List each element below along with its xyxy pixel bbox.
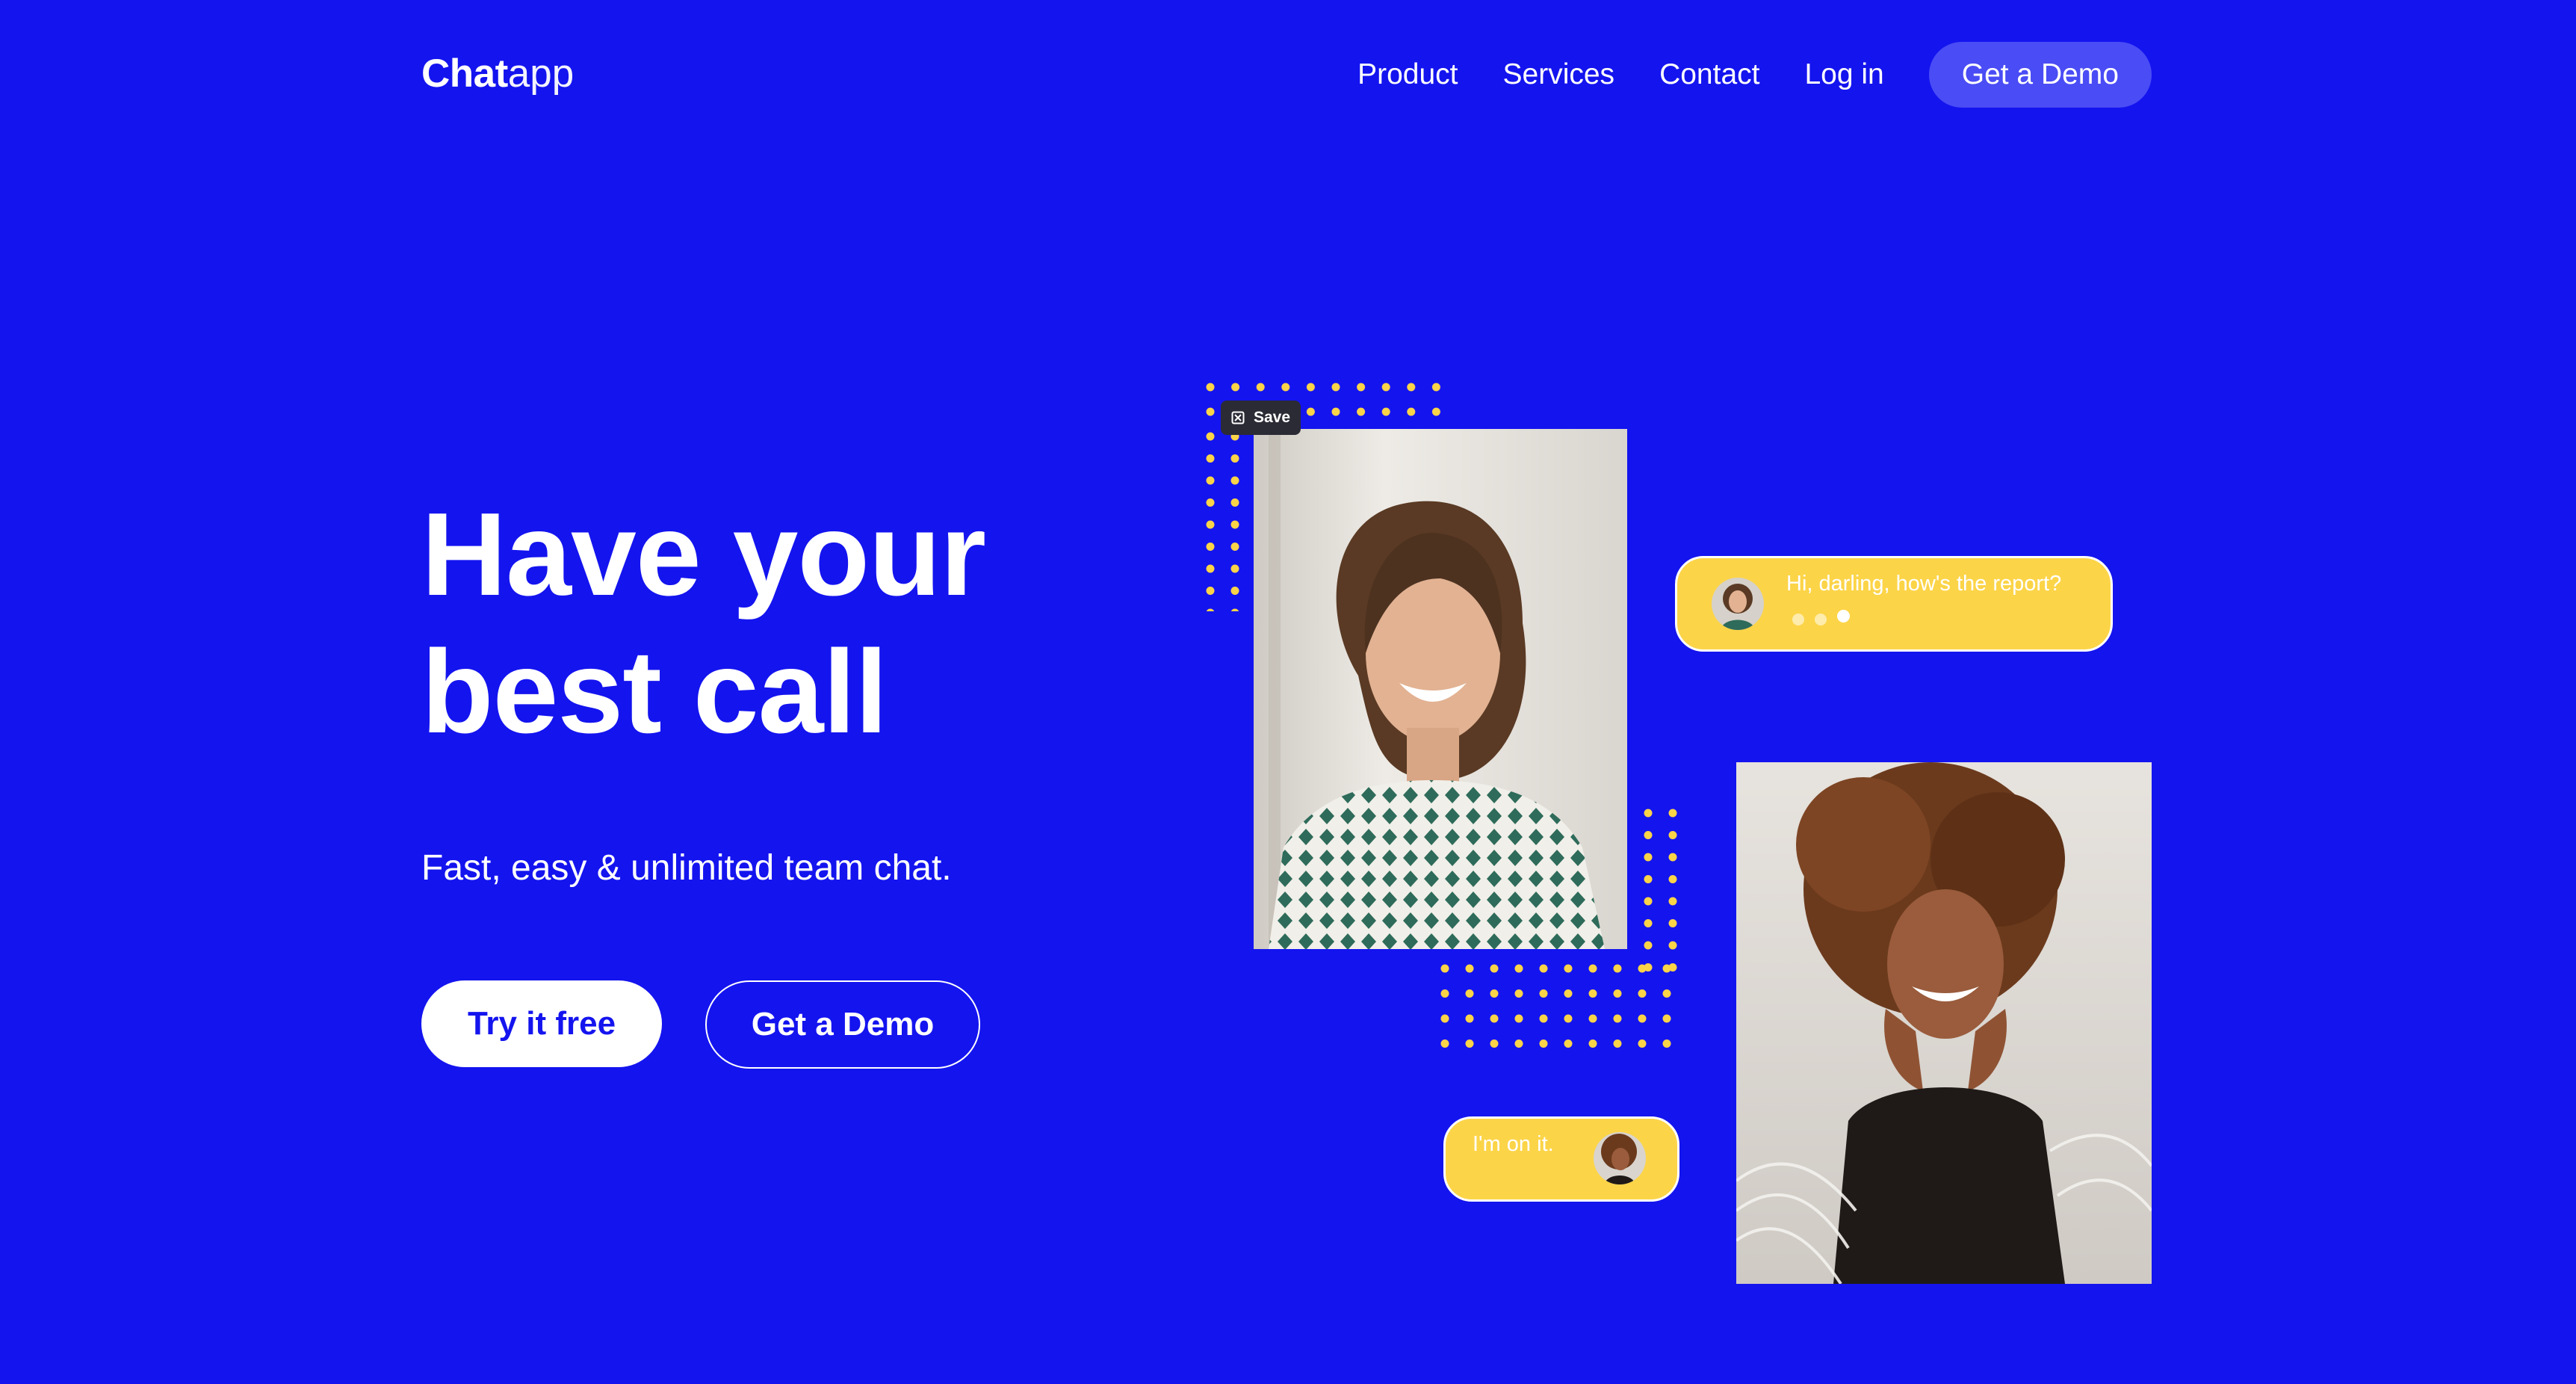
chat-bubble-outgoing: I'm on it. <box>1443 1116 1679 1202</box>
dot-pattern-bottom-vertical <box>1644 809 1681 973</box>
nav-link-services[interactable]: Services <box>1503 58 1615 91</box>
save-badge[interactable]: Save <box>1221 401 1301 435</box>
top-nav: Product Services Contact Log in Get a De… <box>1313 42 2152 108</box>
nav-link-login[interactable]: Log in <box>1804 58 1883 91</box>
save-label: Save <box>1254 409 1291 426</box>
avatar <box>1712 578 1764 630</box>
nav-get-demo-button[interactable]: Get a Demo <box>1928 42 2152 108</box>
chat-bubble-incoming: Hi, darling, how's the report? <box>1675 556 2113 652</box>
try-it-free-button[interactable]: Try it free <box>421 980 662 1067</box>
get-demo-button[interactable]: Get a Demo <box>705 980 980 1069</box>
dot-pattern-bottom-horizontal <box>1440 964 1687 1054</box>
nav-link-product[interactable]: Product <box>1357 58 1458 91</box>
hero-headline: Have your best call <box>421 486 1094 761</box>
dot-pattern-top-vertical <box>1206 432 1243 611</box>
avatar <box>1594 1132 1646 1184</box>
photo-smiling-woman-patterned-shirt <box>1254 429 1627 949</box>
headline-line-2: best call <box>421 626 888 758</box>
headline-line-1: Have your <box>421 489 986 620</box>
logo[interactable]: Chatapp <box>421 49 574 99</box>
nav-link-contact[interactable]: Contact <box>1659 58 1759 91</box>
logo-bold: Chat <box>421 52 508 96</box>
bubble-2-text: I'm on it. <box>1473 1132 1554 1156</box>
pin-icon <box>1231 411 1245 424</box>
landing-page: Chatapp Product Services Contact Log in … <box>0 0 2576 1384</box>
typing-indicator <box>1792 609 1860 625</box>
bubble-1-text: Hi, darling, how's the report? <box>1786 572 2062 596</box>
photo-laughing-woman-curly-hair <box>1736 762 2152 1284</box>
hero-subtitle: Fast, easy & unlimited team chat. <box>421 848 952 888</box>
logo-light: app <box>507 52 575 96</box>
